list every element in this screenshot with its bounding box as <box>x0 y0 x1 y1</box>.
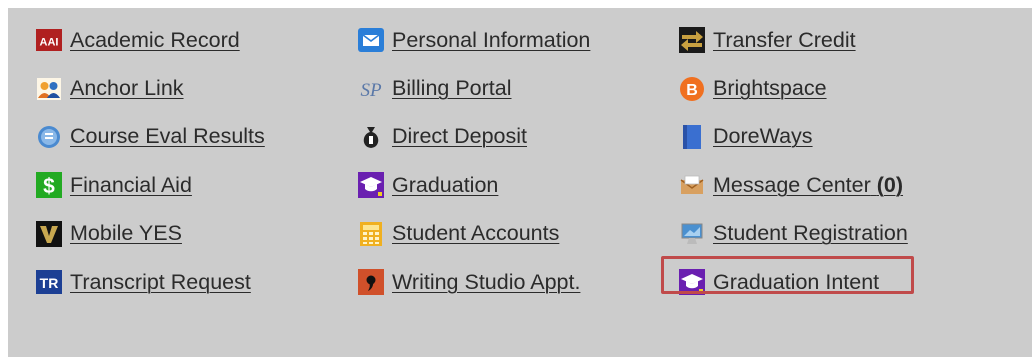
envelope-icon <box>356 25 386 55</box>
link-label-billing-portal[interactable]: Billing Portal <box>392 76 512 101</box>
money-bag-icon <box>356 122 386 152</box>
brightspace-icon: B <box>677 74 707 104</box>
link-label-brightspace[interactable]: Brightspace <box>713 76 827 101</box>
link-label-direct-deposit[interactable]: Direct Deposit <box>392 124 527 149</box>
link-transfer-credit[interactable]: Transfer Credit <box>677 16 908 64</box>
link-mobile-yes[interactable]: Mobile YES <box>34 210 265 258</box>
link-label-writing-studio-appt[interactable]: Writing Studio Appt. <box>392 270 580 295</box>
tr-icon-text: TR <box>40 275 59 291</box>
link-label-transcript-request[interactable]: Transcript Request <box>70 270 251 295</box>
quick-links-panel: AAI Academic Record Anchor Link Course E… <box>8 8 1032 357</box>
book-icon <box>677 122 707 152</box>
link-course-eval-results[interactable]: Course Eval Results <box>34 113 265 161</box>
graduation-cap-icon <box>356 170 386 200</box>
link-graduation-intent[interactable]: Graduation Intent <box>677 258 908 306</box>
tr-icon: TR <box>34 267 64 297</box>
link-graduation[interactable]: Graduation <box>356 161 590 209</box>
transfer-arrows-icon <box>677 25 707 55</box>
dollar-icon: $ <box>34 170 64 200</box>
evaluation-icon <box>34 122 64 152</box>
link-label-academic-record[interactable]: Academic Record <box>70 28 240 53</box>
sp-icon-text: SP <box>360 80 382 101</box>
links-column-1: AAI Academic Record Anchor Link Course E… <box>34 16 265 306</box>
link-academic-record[interactable]: AAI Academic Record <box>34 16 265 64</box>
link-label-graduation[interactable]: Graduation <box>392 173 498 198</box>
aai-logo-icon: AAI <box>34 25 64 55</box>
link-label-financial-aid[interactable]: Financial Aid <box>70 173 192 198</box>
link-financial-aid[interactable]: $ Financial Aid <box>34 161 265 209</box>
link-doreways[interactable]: DoreWays <box>677 113 908 161</box>
link-anchor-link[interactable]: Anchor Link <box>34 64 265 112</box>
link-label-course-eval-results[interactable]: Course Eval Results <box>70 124 265 149</box>
graduation-cap-icon <box>677 267 707 297</box>
link-label-graduation-intent[interactable]: Graduation Intent <box>713 270 879 295</box>
link-writing-studio-appt[interactable]: Writing Studio Appt. <box>356 258 590 306</box>
link-label-student-registration[interactable]: Student Registration <box>713 221 908 246</box>
link-student-accounts[interactable]: Student Accounts <box>356 210 590 258</box>
link-label-anchor-link[interactable]: Anchor Link <box>70 76 184 101</box>
link-transcript-request[interactable]: TR Transcript Request <box>34 258 265 306</box>
link-brightspace[interactable]: B Brightspace <box>677 64 908 112</box>
link-message-center[interactable]: Message Center (0) <box>677 161 908 209</box>
link-billing-portal[interactable]: SP Billing Portal <box>356 64 590 112</box>
link-label-doreways[interactable]: DoreWays <box>713 124 813 149</box>
link-student-registration[interactable]: Student Registration <box>677 210 908 258</box>
aai-icon-text: AAI <box>40 37 59 49</box>
computer-icon <box>677 219 707 249</box>
inbox-icon <box>677 170 707 200</box>
message-center-label: Message Center <box>713 172 871 197</box>
links-column-2: Personal Information SP Billing Portal D… <box>356 16 590 306</box>
vanderbilt-v-icon <box>34 219 64 249</box>
links-column-3: Transfer Credit B Brightspace DoreWays M… <box>677 16 908 306</box>
people-icon <box>34 74 64 104</box>
link-label-transfer-credit[interactable]: Transfer Credit <box>713 28 856 53</box>
dollar-icon-text: $ <box>43 175 55 198</box>
link-direct-deposit[interactable]: Direct Deposit <box>356 113 590 161</box>
brightspace-icon-text: B <box>686 82 698 99</box>
link-personal-information[interactable]: Personal Information <box>356 16 590 64</box>
link-label-message-center[interactable]: Message Center (0) <box>713 173 903 198</box>
sp-icon: SP <box>356 74 386 104</box>
quote-icon <box>356 267 386 297</box>
link-label-student-accounts[interactable]: Student Accounts <box>392 221 559 246</box>
link-label-mobile-yes[interactable]: Mobile YES <box>70 221 182 246</box>
message-count-badge: (0) <box>876 172 904 197</box>
calculator-icon <box>356 219 386 249</box>
link-label-personal-information[interactable]: Personal Information <box>392 28 590 53</box>
